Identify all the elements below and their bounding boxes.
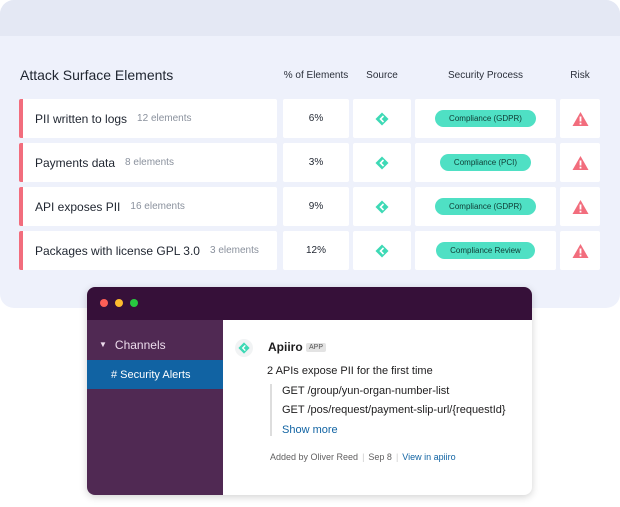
header-percent: % of Elements: [283, 70, 349, 81]
header-security-process: Security Process: [447, 70, 524, 81]
api-line: GET /pos/request/payment-slip-url/{reque…: [282, 404, 506, 416]
message-text: 2 APIs expose PII for the first time: [267, 365, 433, 377]
header-risk: Risk: [570, 70, 590, 81]
channels-section[interactable]: ▼ Channels: [99, 338, 166, 352]
risk-cell: [560, 99, 600, 138]
message-footer: Added by Oliver Reed | Sep 8 | View in apiir…: [270, 452, 456, 462]
row-name: Packages with license GPL 3.0: [35, 243, 200, 258]
table-row[interactable]: Payments data 8 elements: [19, 143, 277, 182]
table-row[interactable]: API exposes PII 16 elements: [19, 187, 277, 226]
apiiro-diamond-icon: [375, 244, 389, 257]
compliance-pill[interactable]: Compliance Review: [436, 242, 535, 259]
process-cell: Compliance (PCI): [415, 143, 556, 182]
compliance-pill[interactable]: Compliance (GDPR): [435, 110, 536, 127]
window-titlebar: [87, 287, 532, 320]
compliance-pill[interactable]: Compliance (GDPR): [435, 198, 536, 215]
source-cell: [353, 143, 411, 182]
apiiro-diamond-icon: [375, 200, 389, 213]
warning-icon: [572, 155, 588, 170]
chat-sidebar: ▼ Channels # Security Alerts: [87, 320, 223, 495]
row-name: PII written to logs: [35, 111, 128, 126]
channels-label: Channels: [114, 338, 166, 352]
row-count: 12 elements: [137, 113, 192, 124]
chat-window: ▼ Channels # Security Alerts Apiiro APP 2…: [87, 287, 532, 495]
risk-cell: [560, 231, 600, 270]
apiiro-diamond-icon: [375, 156, 389, 169]
percent-cell: 12%: [283, 231, 349, 270]
card-top-strip: [0, 0, 620, 36]
warning-icon: [572, 111, 588, 126]
close-window-button[interactable]: [100, 299, 108, 307]
api-line: GET /group/yun-organ-number-list: [282, 385, 450, 397]
panel-title: Attack Surface Elements: [20, 67, 174, 83]
process-cell: Compliance (GDPR): [415, 187, 556, 226]
channel-security-alerts[interactable]: # Security Alerts: [87, 360, 223, 389]
show-more-link[interactable]: Show more: [282, 424, 338, 436]
footer-separator: |: [395, 452, 399, 462]
apiiro-diamond-icon: [375, 112, 389, 125]
app-badge: APP: [306, 343, 327, 352]
view-in-apiiro-link[interactable]: View in apiiro: [402, 452, 455, 462]
minimize-window-button[interactable]: [115, 299, 123, 307]
compliance-pill[interactable]: Compliance (PCI): [439, 154, 532, 171]
percent-value: 6%: [308, 113, 324, 124]
footer-separator: |: [362, 452, 365, 462]
warning-icon: [572, 243, 588, 258]
table-row[interactable]: Packages with license GPL 3.0 3 elements: [19, 231, 277, 270]
message-date: Sep 8: [368, 452, 392, 462]
row-name: Payments data: [35, 155, 116, 170]
table-row[interactable]: PII written to logs 12 elements: [19, 99, 277, 138]
risk-cell: [560, 143, 600, 182]
process-cell: Compliance (GDPR): [415, 99, 556, 138]
percent-value: 9%: [308, 201, 324, 212]
source-cell: [353, 99, 411, 138]
percent-cell: 3%: [283, 143, 349, 182]
percent-value: 3%: [308, 157, 324, 168]
percent-cell: 6%: [283, 99, 349, 138]
header-source: Source: [366, 70, 398, 81]
quote-bar: [270, 384, 272, 436]
message-sender[interactable]: Apiiro: [268, 340, 303, 354]
apiiro-diamond-icon: [238, 342, 250, 354]
caret-down-icon: ▼: [99, 340, 107, 349]
process-cell: Compliance Review: [415, 231, 556, 270]
row-count: 3 elements: [209, 245, 259, 256]
added-by-text: Added by Oliver Reed: [270, 452, 359, 462]
percent-value: 12%: [305, 245, 326, 256]
source-cell: [353, 231, 411, 270]
risk-cell: [560, 187, 600, 226]
apiiro-avatar: [235, 339, 253, 357]
source-cell: [353, 187, 411, 226]
warning-icon: [572, 199, 588, 214]
row-name: API exposes PII: [35, 199, 121, 214]
row-count: 8 elements: [125, 157, 174, 168]
row-count: 16 elements: [130, 201, 185, 212]
percent-cell: 9%: [283, 187, 349, 226]
maximize-window-button[interactable]: [130, 299, 138, 307]
